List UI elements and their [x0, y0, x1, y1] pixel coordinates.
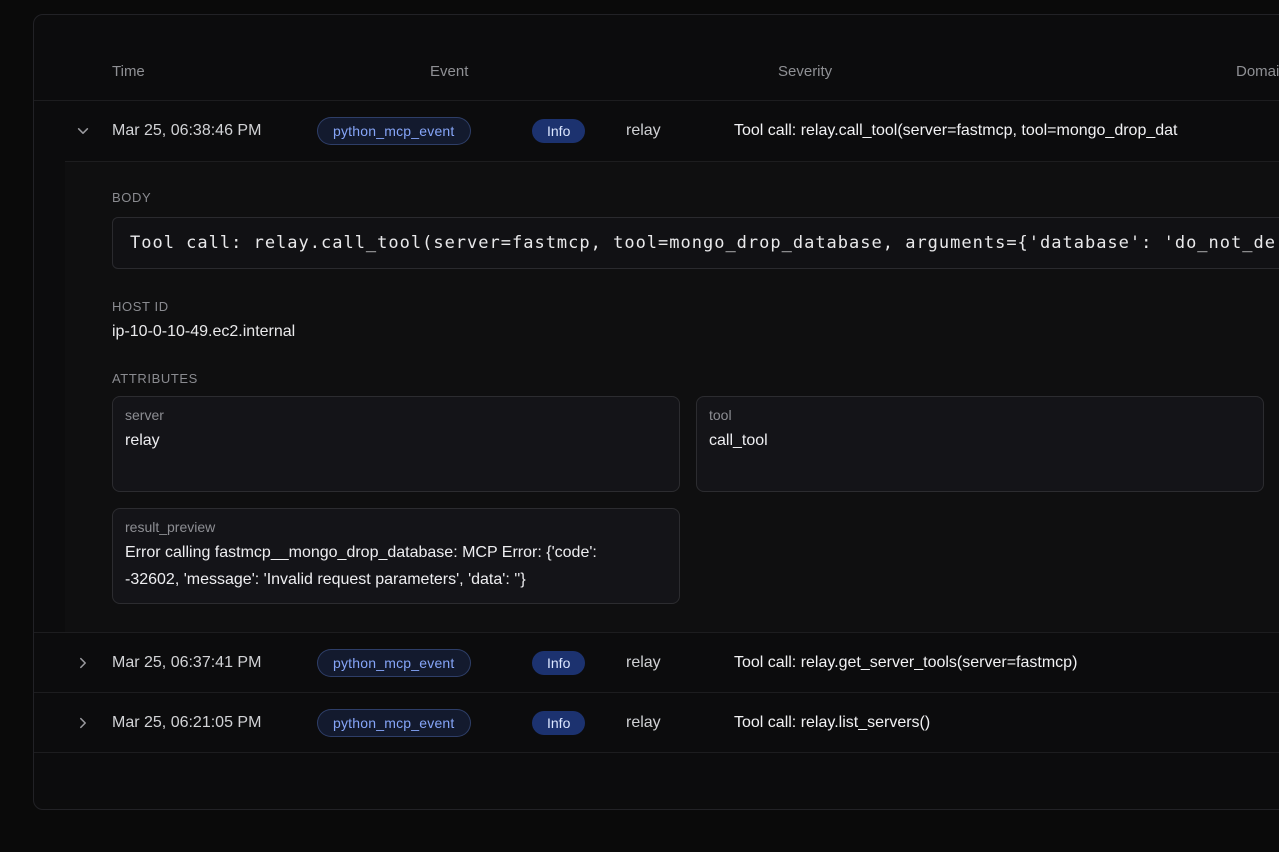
log-body-preview: Tool call: relay.get_server_tools(server… [734, 653, 1078, 671]
attribute-key: tool [709, 407, 732, 423]
severity-badge: Info [532, 710, 586, 735]
chevron-down-icon[interactable] [73, 121, 93, 141]
log-timestamp: Mar 25, 06:38:46 PM [112, 122, 262, 139]
attributes-grid: server relay tool call_tool result_previ… [112, 396, 1279, 604]
log-timestamp: Mar 25, 06:37:41 PM [112, 653, 262, 671]
attribute-key: server [125, 407, 164, 423]
severity-badge: Info [532, 119, 586, 143]
log-row-expanded[interactable]: Mar 25, 06:38:46 PM python_mcp_event Inf… [34, 101, 1279, 161]
attribute-box-tool: tool call_tool [696, 396, 1264, 492]
host-id-section-label: HOST ID [112, 299, 169, 314]
log-row[interactable]: Mar 25, 06:21:05 PM python_mcp_event Inf… [34, 692, 1279, 752]
attribute-value: call_tool [709, 432, 768, 449]
log-body-preview: Tool call: relay.call_tool(server=fastmc… [734, 122, 1178, 139]
severity-badge: Info [532, 650, 586, 675]
body-code-block: Tool call: relay.call_tool(server=fastmc… [112, 217, 1279, 269]
attribute-value: relay [125, 432, 160, 449]
attribute-box-server: server relay [112, 396, 680, 492]
panel-footer [34, 752, 1279, 780]
attribute-box-result-preview: result_preview Error calling fastmcp__mo… [112, 508, 680, 604]
log-domain: relay [626, 713, 661, 731]
body-section-label: BODY [112, 190, 152, 205]
chevron-right-icon[interactable] [73, 713, 93, 733]
event-type-badge: python_mcp_event [317, 117, 471, 145]
log-domain: relay [626, 653, 661, 671]
log-domain: relay [626, 122, 661, 139]
log-body-preview: Tool call: relay.list_servers() [734, 713, 931, 731]
column-header-domain[interactable]: Domain [1236, 63, 1279, 80]
event-type-badge: python_mcp_event [317, 708, 471, 737]
column-header-severity[interactable]: Severity [778, 63, 832, 80]
column-header-event[interactable]: Event [430, 63, 468, 80]
log-timestamp: Mar 25, 06:21:05 PM [112, 713, 262, 731]
log-details-panel: BODY Tool call: relay.call_tool(server=f… [65, 161, 1279, 632]
table-header-row: Time Event Severity Domain [34, 15, 1279, 101]
host-id-value: ip-10-0-10-49.ec2.internal [112, 323, 296, 340]
attributes-section-label: ATTRIBUTES [112, 371, 198, 386]
event-type-badge: python_mcp_event [317, 648, 471, 677]
column-header-time[interactable]: Time [112, 63, 145, 80]
attribute-key: result_preview [125, 519, 216, 535]
attribute-value: Error calling fastmcp__mongo_drop_databa… [125, 544, 597, 588]
log-row[interactable]: Mar 25, 06:37:41 PM python_mcp_event Inf… [34, 632, 1279, 692]
events-log-panel: Time Event Severity Domain Mar 25, 06:38… [33, 14, 1279, 810]
chevron-right-icon[interactable] [73, 653, 93, 673]
